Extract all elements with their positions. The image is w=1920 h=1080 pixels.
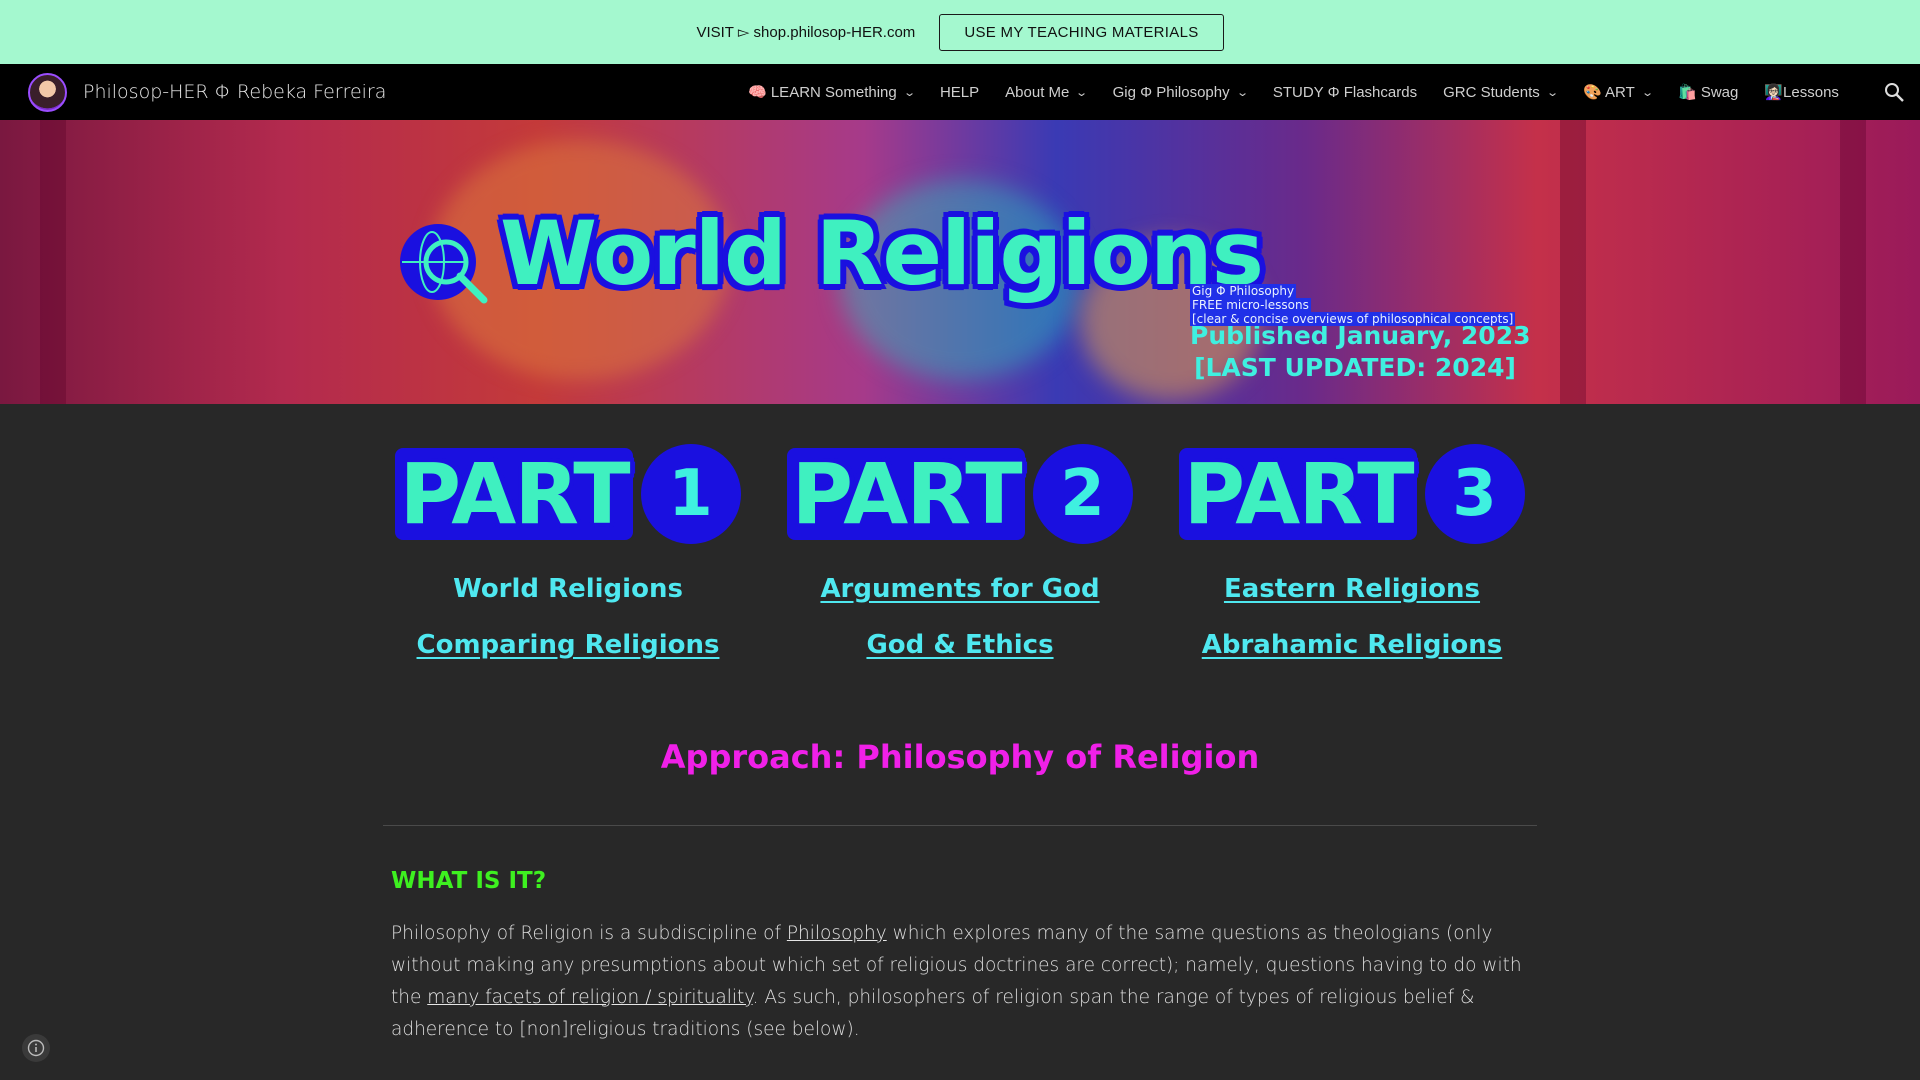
part-column: PART 2 Arguments for God God & Ethics (782, 444, 1138, 660)
part-number: 2 (1032, 444, 1133, 544)
divider (383, 825, 1537, 826)
nav-item-label: Gig Φ Philosophy (1112, 83, 1230, 101)
part-number: 3 (1424, 444, 1525, 544)
what-is-it-heading: WHAT IS IT? (391, 868, 547, 894)
part-word: PART (395, 448, 633, 540)
nav-item-gig-philosophy[interactable]: Gig Φ Philosophy ⌄ (1112, 83, 1249, 101)
nav-item-label: GRC Students (1443, 83, 1540, 101)
facets-of-religion-link[interactable]: many facets of religion / spirituality (427, 987, 752, 1008)
part-number: 1 (640, 444, 741, 544)
tagline-line: [clear & concise overviews of philosophi… (1190, 312, 1516, 326)
hero-banner: World Religions Published January, 2023 … (0, 120, 1920, 404)
magnifier-globe-icon (400, 224, 488, 304)
part-word: PART (1179, 448, 1417, 540)
promo-banner: VISIT ▻ shop.philosop-HER.com USE MY TEA… (0, 0, 1920, 64)
part-column: PART 1 World Religions Comparing Religio… (390, 444, 746, 660)
hero-art (1560, 120, 1586, 404)
search-icon[interactable] (1882, 80, 1906, 104)
tagline-line: Gig Φ Philosophy (1190, 284, 1297, 298)
nav-item-label: 🛍️ Swag (1677, 84, 1739, 101)
nav-item-label: 🎨 ART (1583, 84, 1635, 101)
chevron-down-icon[interactable]: ⌄ (1236, 86, 1249, 99)
part-column: PART 3 Eastern Religions Abrahamic Relig… (1174, 444, 1530, 660)
nav-item-help[interactable]: HELP (940, 84, 979, 101)
nav-item-grc-students[interactable]: GRC Students ⌄ (1443, 83, 1559, 101)
approach-heading: Approach: Philosophy of Religion (660, 738, 1260, 776)
avatar (28, 72, 67, 112)
part-word: PART (787, 448, 1025, 540)
nav-item-art[interactable]: 🎨 ART ⌄ (1583, 83, 1654, 101)
promo-text: VISIT ▻ shop.philosop-HER.com (696, 24, 916, 41)
nav-item-label: 👩🏻‍🏫Lessons (1764, 84, 1839, 101)
part-header: PART 3 (1179, 444, 1525, 544)
link-comparing-religions[interactable]: Comparing Religions (417, 630, 720, 660)
intro-paragraph: Philosophy of Religion is a subdisciplin… (391, 918, 1531, 1046)
link-god-ethics[interactable]: God & Ethics (866, 630, 1053, 660)
part-header: PART 1 (395, 444, 741, 544)
nav-item-learn[interactable]: 🧠 LEARN Something ⌄ (748, 83, 916, 101)
info-icon (27, 1039, 45, 1057)
nav-item-about[interactable]: About Me ⌄ (1005, 83, 1089, 101)
nav-item-label: STUDY Φ Flashcards (1272, 83, 1418, 101)
publish-info: Published January, 2023 [LAST UPDATED: 2… (1190, 320, 1531, 384)
hero-title: World Religions (500, 202, 1264, 305)
nav-item-label: 🧠 LEARN Something (748, 84, 897, 101)
hero-art (1840, 120, 1866, 404)
chevron-down-icon[interactable]: ⌄ (903, 86, 916, 99)
site-title[interactable]: Philosop-HER Φ Rebeka Ferreira (83, 81, 386, 103)
tagline-line: FREE micro-lessons (1190, 298, 1311, 312)
parts-grid: PART 1 World Religions Comparing Religio… (390, 444, 1530, 660)
nav-item-swag[interactable]: 🛍️ Swag (1678, 83, 1738, 101)
link-world-religions[interactable]: World Religions (453, 574, 683, 604)
nav-item-study-flashcards[interactable]: STUDY Φ Flashcards (1273, 84, 1417, 101)
hero-tagline: Gig Φ Philosophy FREE micro-lessons [cle… (1190, 284, 1516, 326)
chevron-down-icon[interactable]: ⌄ (1076, 86, 1089, 99)
info-button[interactable] (22, 1034, 50, 1062)
philosophy-link[interactable]: Philosophy (787, 923, 887, 944)
chevron-down-icon[interactable]: ⌄ (1641, 86, 1654, 99)
site-brand[interactable]: Philosop-HER Φ Rebeka Ferreira (28, 72, 386, 112)
top-nav: Philosop-HER Φ Rebeka Ferreira 🧠 LEARN S… (0, 64, 1920, 120)
link-eastern-religions[interactable]: Eastern Religions (1224, 574, 1480, 604)
nav-menu: 🧠 LEARN Something ⌄ HELP About Me ⌄ Gig Φ … (748, 64, 1865, 120)
part-header: PART 2 (787, 444, 1133, 544)
paragraph-text: Philosophy of Religion is a subdisciplin… (391, 923, 787, 944)
last-updated: [LAST UPDATED: 2024] (1194, 353, 1516, 382)
nav-item-label: HELP (939, 83, 980, 101)
chevron-down-icon[interactable]: ⌄ (1546, 86, 1559, 99)
nav-item-label: About Me (1005, 83, 1070, 101)
link-arguments-for-god[interactable]: Arguments for God (820, 574, 1099, 604)
nav-item-lessons[interactable]: 👩🏻‍🏫Lessons (1764, 83, 1839, 101)
hero-art (40, 120, 66, 404)
link-abrahamic-religions[interactable]: Abrahamic Religions (1202, 630, 1502, 660)
teaching-materials-button[interactable]: USE MY TEACHING MATERIALS (939, 13, 1224, 51)
